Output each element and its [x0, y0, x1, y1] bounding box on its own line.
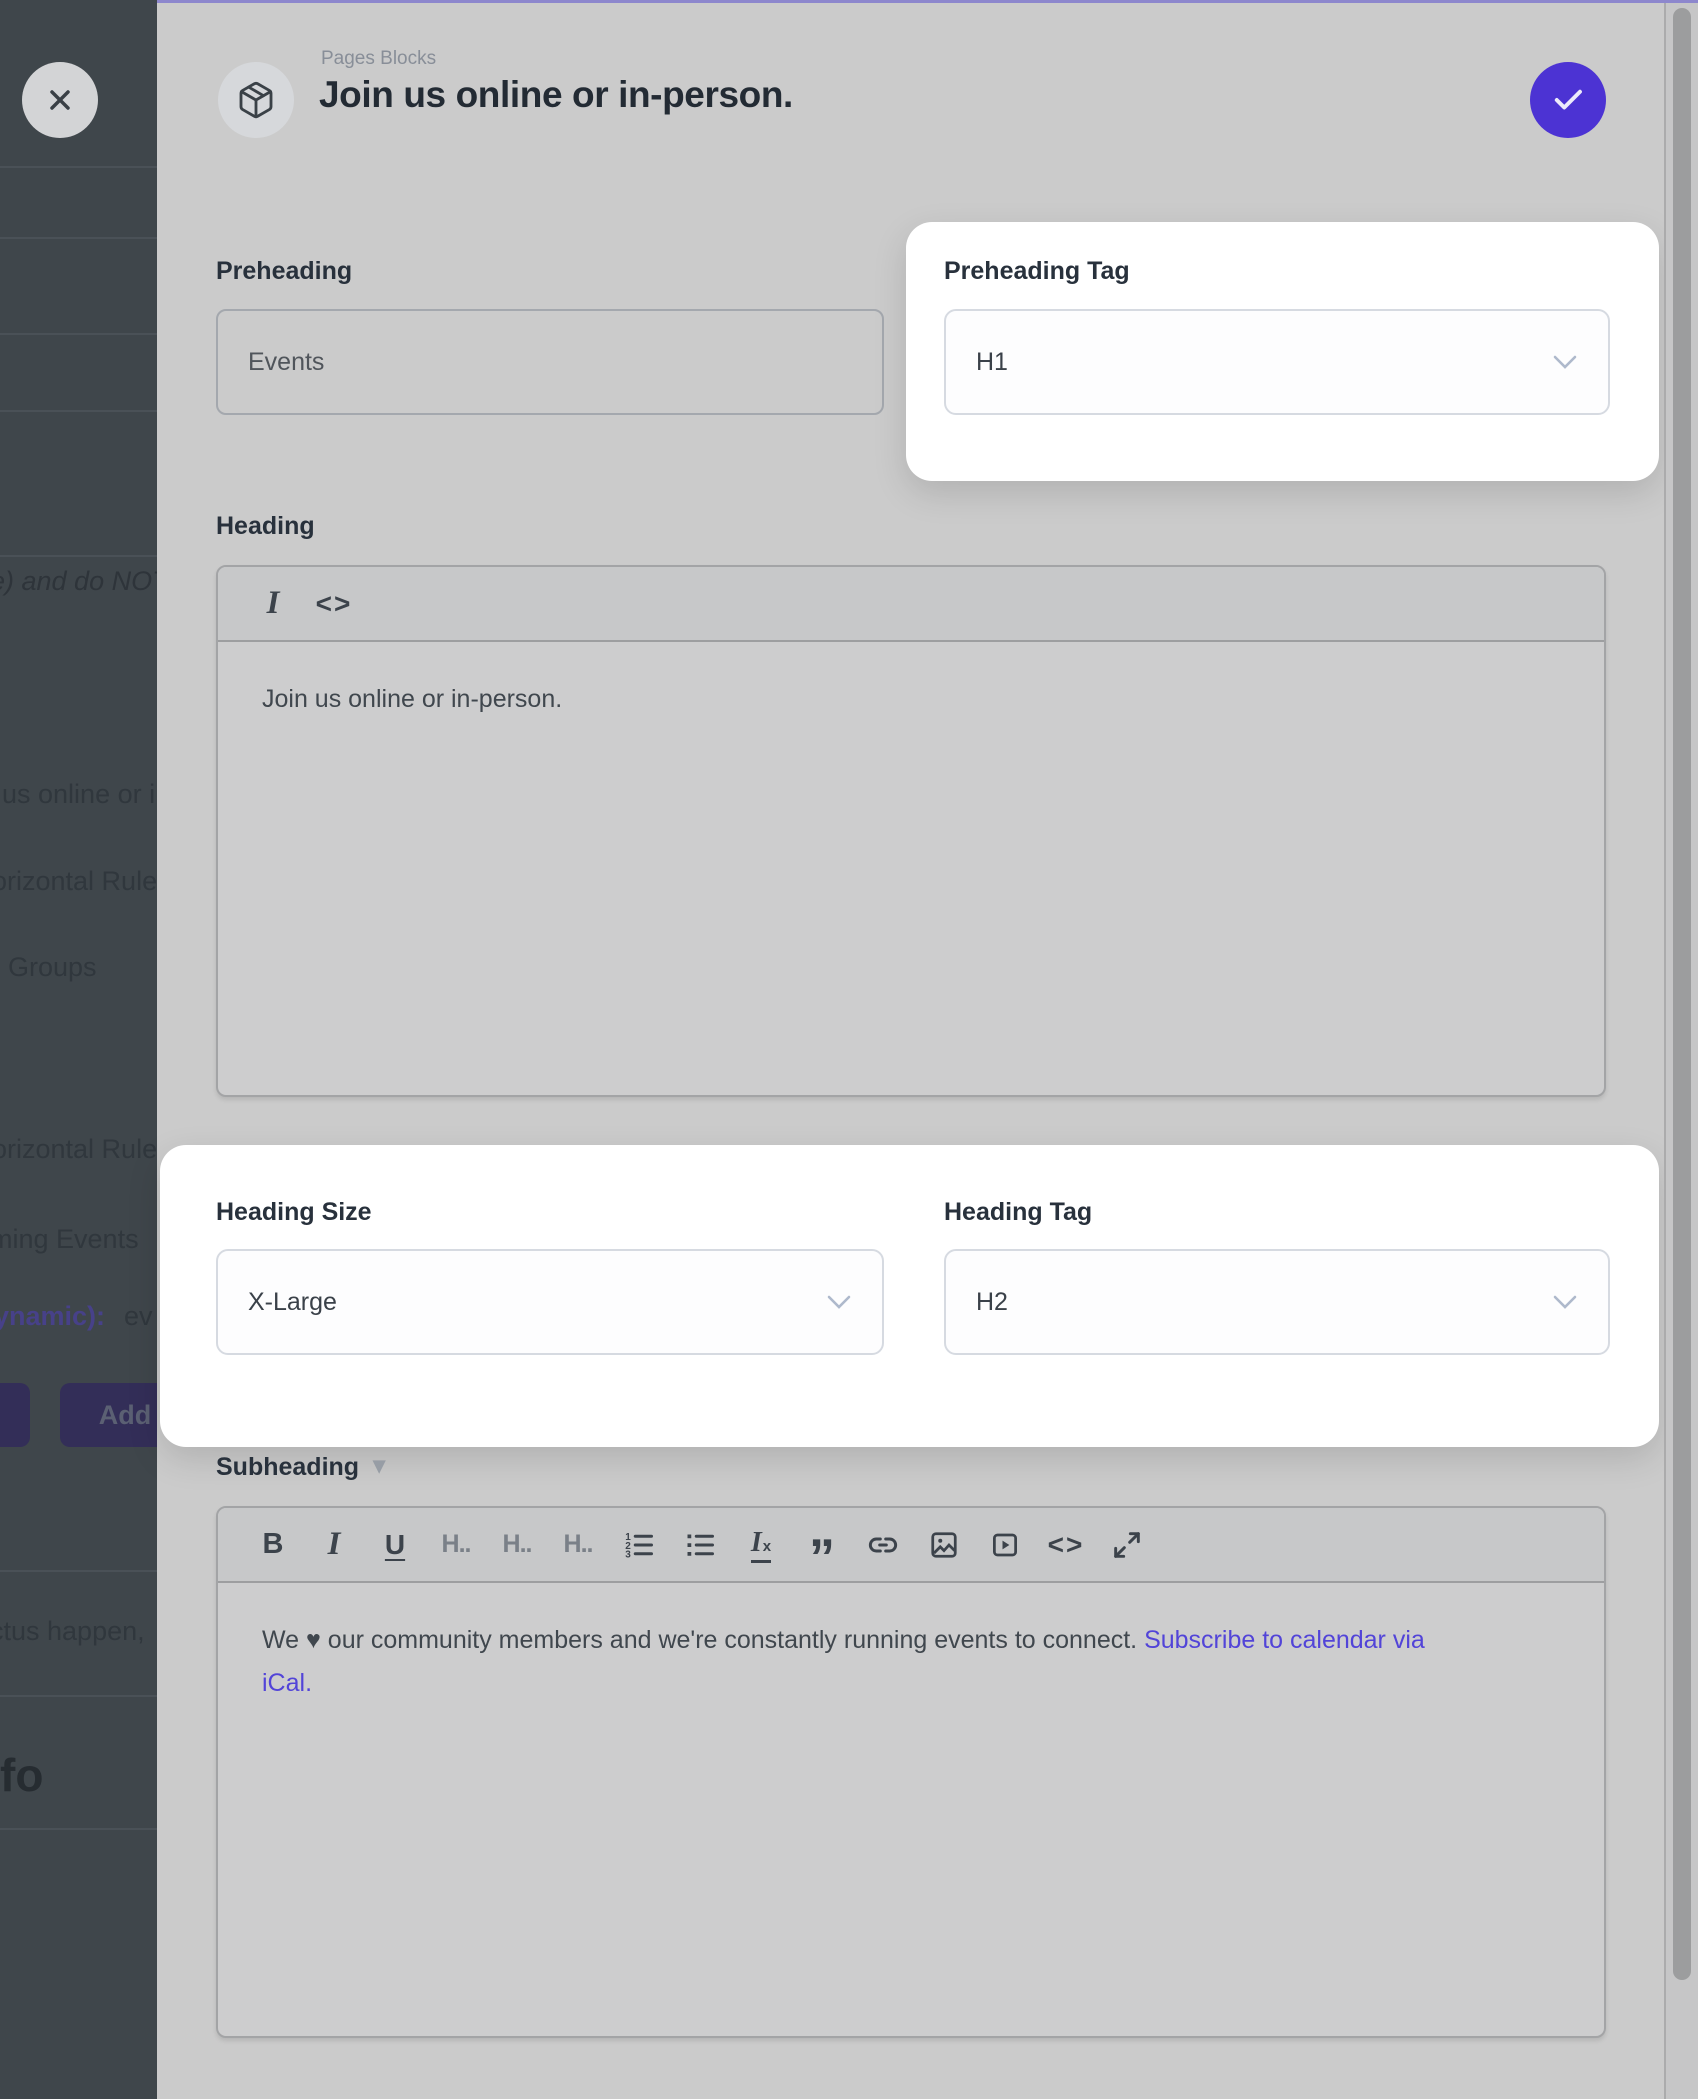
preheading-tag-label: Preheading Tag — [944, 259, 1130, 284]
chevron-down-icon — [1552, 354, 1578, 370]
underline-icon[interactable]: U — [378, 1525, 412, 1565]
background-divider — [0, 333, 157, 335]
heading1-icon[interactable]: H.. — [439, 1525, 473, 1565]
background-text-fragment: ev — [124, 1303, 153, 1330]
panel-top-accent — [157, 0, 1698, 3]
preheading-tag-select[interactable]: H1 — [944, 309, 1610, 415]
heading2-icon[interactable]: H.. — [500, 1525, 534, 1565]
triangle-down-icon[interactable]: ▾ — [373, 1452, 385, 1479]
heading3-icon[interactable]: H.. — [561, 1525, 595, 1565]
confirm-button[interactable] — [1530, 62, 1606, 138]
background-text-fragment: fo — [0, 1752, 43, 1798]
preheading-label: Preheading — [216, 259, 352, 284]
subheading-label-row: Subheading ▾ — [216, 1455, 385, 1480]
screen: Add e) and do NOT us online or i orizontal… — [0, 0, 1698, 2099]
subheading-label: Subheading — [216, 1453, 359, 1481]
background-button-left — [0, 1383, 30, 1447]
background-text-fragment: ming Events — [0, 1226, 139, 1253]
preheading-tag-value: H1 — [976, 348, 1008, 377]
add-button-label: Add — [60, 1383, 157, 1447]
background-divider — [0, 166, 157, 168]
background-divider — [0, 555, 157, 557]
image-icon[interactable] — [927, 1525, 961, 1565]
italic-icon[interactable]: I — [317, 1525, 351, 1565]
heading-tag-value: H2 — [976, 1288, 1008, 1317]
svg-text:3: 3 — [625, 1549, 631, 1560]
background-add-button: Add — [60, 1383, 157, 1447]
heading-editor-toolbar: I <> — [218, 567, 1604, 642]
chevron-down-icon — [826, 1294, 852, 1310]
subheading-editor[interactable]: B I U H.. H.. H.. 1 2 3 — [216, 1506, 1606, 2038]
preheading-tag-card: Preheading Tag H1 — [906, 222, 1659, 481]
close-icon — [44, 84, 76, 116]
breadcrumb-eyebrow: Pages Blocks — [321, 48, 436, 70]
background-sidebar: Add e) and do NOT us online or i orizontal… — [0, 0, 157, 2099]
close-button[interactable] — [22, 62, 98, 138]
background-text-fragment: Groups — [8, 954, 97, 981]
code-icon[interactable]: <> — [1049, 1525, 1083, 1565]
heading-tag-select[interactable]: H2 — [944, 1249, 1610, 1355]
page-title: Join us online or in-person. — [319, 74, 793, 116]
ordered-list-icon[interactable]: 1 2 3 — [622, 1525, 656, 1565]
link-icon[interactable] — [866, 1525, 900, 1565]
heading-size-select[interactable]: X-Large — [216, 1249, 884, 1355]
blockquote-icon[interactable]: ” — [805, 1512, 839, 1578]
background-text-fragment: orizontal Rule — [0, 868, 157, 895]
chevron-down-icon — [1552, 1294, 1578, 1310]
bullet-list-icon[interactable] — [683, 1525, 717, 1565]
preheading-input[interactable] — [216, 309, 884, 415]
background-divider — [0, 1828, 157, 1830]
heading-editor[interactable]: I <> Join us online or in-person. — [216, 565, 1606, 1097]
background-divider — [0, 1570, 157, 1572]
background-text-fragment: orizontal Rule — [0, 1136, 157, 1163]
pages-blocks-modal: Pages Blocks Join us online or in-person… — [157, 0, 1666, 2099]
heading-size-label: Heading Size — [216, 1200, 372, 1225]
heading-tag-label: Heading Tag — [944, 1200, 1092, 1225]
scrollbar-track[interactable] — [1664, 0, 1698, 2099]
background-divider — [0, 1695, 157, 1697]
background-text-fragment: e) and do NOT — [0, 568, 157, 595]
heading-size-tag-card: Heading Size X-Large Heading Tag H2 — [160, 1145, 1659, 1447]
scrollbar-thumb[interactable] — [1673, 8, 1691, 1980]
subheading-editor-content[interactable]: We ♥ our community members and we're con… — [218, 1583, 1516, 1741]
heading-label: Heading — [216, 514, 315, 539]
package-icon — [236, 80, 276, 120]
subheading-editor-toolbar: B I U H.. H.. H.. 1 2 3 — [218, 1508, 1604, 1583]
code-icon[interactable]: <> — [317, 584, 351, 624]
heading-size-value: X-Large — [248, 1288, 337, 1317]
video-icon[interactable] — [988, 1525, 1022, 1565]
background-text-fragment: ynamic): — [0, 1303, 105, 1330]
heading-editor-content[interactable]: Join us online or in-person. — [218, 642, 1604, 757]
bold-icon[interactable]: B — [256, 1525, 290, 1565]
background-divider — [0, 410, 157, 412]
clear-formatting-icon[interactable]: Ix — [744, 1525, 778, 1565]
background-text-fragment: ctus happen, — [0, 1618, 145, 1645]
background-divider — [0, 237, 157, 239]
fullscreen-icon[interactable] — [1110, 1525, 1144, 1565]
block-icon-badge — [218, 62, 294, 138]
check-icon — [1550, 82, 1586, 118]
italic-icon[interactable]: I — [256, 584, 290, 624]
background-text-fragment: us online or i — [2, 781, 155, 808]
subheading-text: We ♥ our community members and we're con… — [262, 1626, 1144, 1654]
